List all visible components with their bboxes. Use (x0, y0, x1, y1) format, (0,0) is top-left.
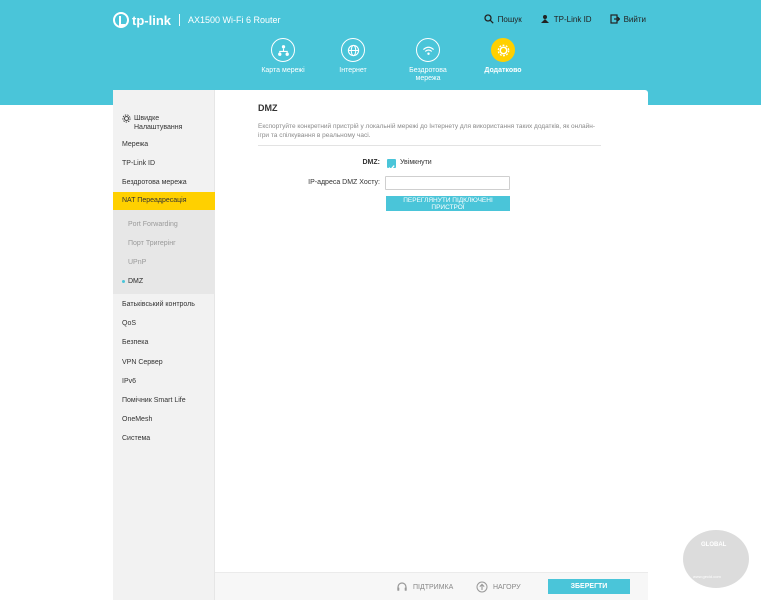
brand: tp-link AX1500 Wi-Fi 6 Router (113, 12, 281, 28)
sidebar-item-quick-setup[interactable]: Швидке Налаштування (113, 114, 215, 132)
current-dot-icon (122, 279, 125, 283)
logout-link[interactable]: Вийти (609, 14, 646, 24)
network-map-icon (277, 44, 289, 56)
globe-icon-wrap (341, 38, 365, 62)
sidebar-sub-dmz-label: DMZ (128, 278, 144, 285)
logout-icon (609, 14, 620, 24)
ip-address-label: IP-адреса DMZ Хосту: (308, 179, 380, 186)
tab-advanced-label: Додатково (484, 67, 522, 74)
gear-icon (497, 44, 509, 56)
sidebar-item-parental-control[interactable]: Батьківський контроль (113, 300, 215, 309)
sidebar-sub-port-triggering[interactable]: Порт Тригерінг (113, 240, 215, 247)
tab-network-map[interactable]: Карта мережі (248, 38, 318, 83)
back-to-top-label: НАГОРУ (493, 583, 521, 591)
section-divider (258, 145, 601, 146)
network-map-icon-wrap (271, 38, 295, 62)
dmz-label: DMZ: (362, 159, 381, 166)
wifi-icon-wrap (416, 38, 440, 62)
page-title: DMZ (258, 103, 278, 113)
top-links: Пошук TP-Link ID Вийти (484, 14, 646, 24)
watermark-logo (683, 530, 749, 588)
tab-wireless[interactable]: Бездротова мережа (388, 38, 468, 83)
sidebar-item-security[interactable]: Безпека (113, 338, 215, 347)
sidebar-sub-upnp[interactable]: UPnP (113, 259, 215, 266)
sidebar-item-quick-setup-label: Швидке Налаштування (134, 115, 183, 131)
sidebar-item-tplink-id[interactable]: TP-Link ID (113, 159, 215, 168)
sidebar-item-smart-life[interactable]: Помічник Smart Life (113, 396, 215, 405)
view-connected-devices-button[interactable]: ПЕРЕГЛЯНУТИ ПІДКЛЮЧЕНІ ПРИСТРОЇ (386, 196, 510, 211)
save-button[interactable]: ЗБЕРЕГТИ (548, 579, 630, 594)
sidebar-item-vpn-server[interactable]: VPN Сервер (113, 358, 215, 367)
quick-setup-gear-icon (122, 114, 131, 123)
gear-icon-wrap (491, 38, 515, 62)
wifi-icon (422, 46, 434, 55)
search-link[interactable]: Пошук (484, 14, 522, 24)
brand-name: tp-link (132, 12, 171, 28)
headset-icon (397, 582, 407, 591)
watermark: GLOBAL www.gecid.com (683, 530, 753, 590)
page-description: Експортуйте конкретний пристрій у локаль… (258, 123, 596, 139)
tab-network-map-label: Карта мережі (261, 67, 305, 74)
tab-advanced[interactable]: Додатково (468, 38, 538, 83)
person-icon (540, 15, 549, 23)
support-link-label: ПІДТРИМКА (413, 583, 454, 591)
dmz-section: DMZ Експортуйте конкретний пристрій у ло… (258, 103, 603, 146)
search-link-label: Пошук (497, 14, 522, 24)
watermark-text-site: www.gecid.com (693, 574, 721, 579)
sidebar-item-qos[interactable]: QoS (113, 319, 215, 328)
checkmark-icon (388, 165, 395, 171)
sidebar-sub-port-forwarding[interactable]: Port Forwarding (113, 221, 215, 228)
brand-separator (179, 14, 180, 26)
logout-link-label: Вийти (623, 14, 646, 24)
tab-internet[interactable]: Інтернет (318, 38, 388, 83)
sidebar-item-wireless[interactable]: Бездротова мережа (113, 178, 215, 187)
globe-icon (347, 44, 359, 56)
tplink-id-link[interactable]: TP-Link ID (540, 14, 592, 24)
main-tabs: Карта мережі Інтернет Бездротова мережа … (248, 38, 538, 83)
sidebar-sub-dmz[interactable]: DMZ (113, 278, 215, 285)
sidebar-item-onemesh[interactable]: OneMesh (113, 415, 215, 424)
tab-internet-label: Інтернет (339, 67, 367, 74)
sidebar-item-system[interactable]: Система (113, 434, 215, 443)
search-icon (484, 14, 494, 24)
tab-wireless-label: Бездротова мережа (409, 67, 447, 82)
support-link[interactable]: ПІДТРИМКА (396, 581, 453, 593)
tplink-id-link-label: TP-Link ID (553, 14, 592, 24)
sidebar: Швидке Налаштування Мережа TP-Link ID Бе… (113, 90, 215, 600)
dmz-enable-checkbox[interactable] (387, 159, 396, 171)
sidebar-item-ipv6[interactable]: IPv6 (113, 377, 215, 386)
back-to-top-link[interactable]: НАГОРУ (476, 581, 521, 593)
arrow-up-icon (476, 581, 488, 593)
model-name: AX1500 Wi-Fi 6 Router (188, 15, 281, 25)
dmz-enable-label: Увімкнути (400, 159, 432, 166)
sidebar-item-nat[interactable]: NAT Переадресація (113, 192, 215, 210)
watermark-text-global: GLOBAL (701, 542, 727, 548)
tplink-logo-icon (113, 12, 129, 28)
footer-bar: ПІДТРИМКА НАГОРУ ЗБЕРЕГТИ (215, 572, 648, 600)
sidebar-item-network[interactable]: Мережа (113, 140, 215, 149)
dmz-host-ip-input[interactable] (385, 176, 510, 190)
